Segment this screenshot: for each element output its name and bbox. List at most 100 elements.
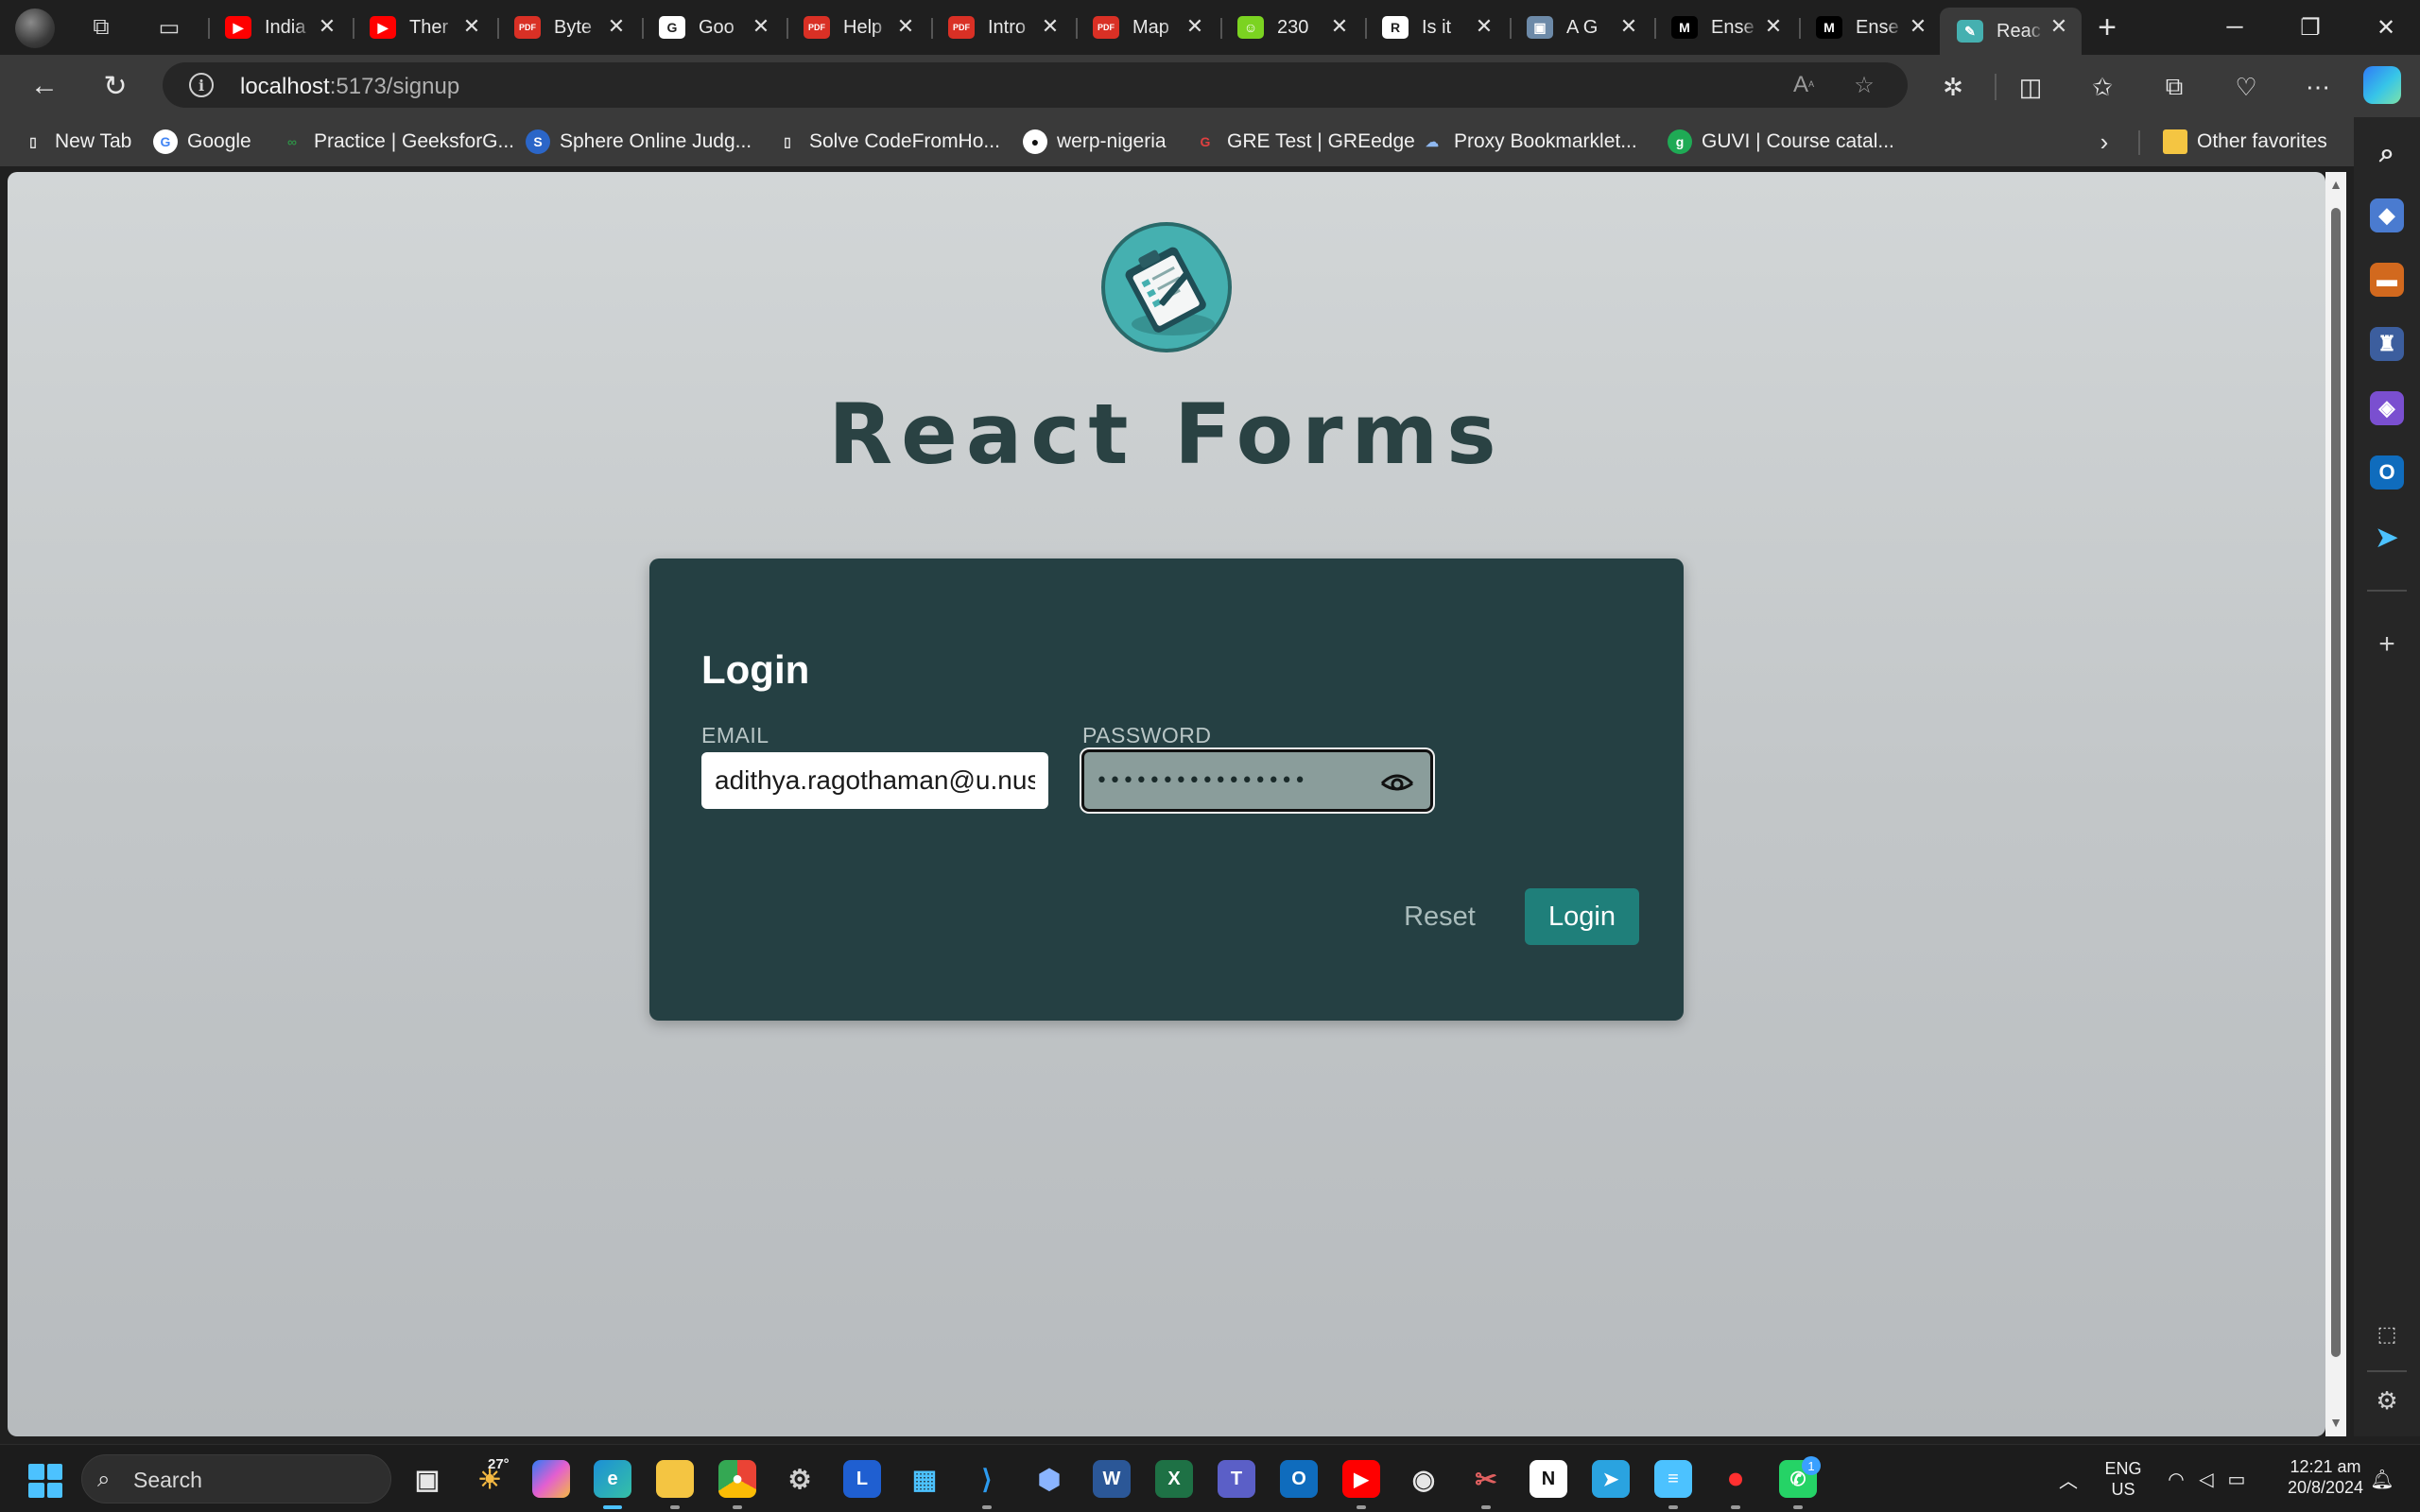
tab[interactable]: R Is it ✕	[1365, 8, 1507, 47]
favorite-star-icon[interactable]: ☆	[1849, 71, 1879, 99]
sidebar-add-icon[interactable]: +	[2370, 627, 2404, 662]
tab-close-icon[interactable]: ✕	[748, 13, 774, 40]
profile-avatar[interactable]	[15, 9, 55, 48]
tab-close-icon[interactable]: ✕	[1760, 13, 1787, 40]
battery-icon[interactable]: ▭	[2223, 1466, 2250, 1492]
favorites-overflow-chevron-icon[interactable]: ›	[2089, 127, 2119, 157]
tab-close-icon[interactable]: ✕	[314, 13, 340, 40]
tab-active[interactable]: ✎ Reac ✕	[1940, 8, 2082, 55]
tab[interactable]: M Ense ✕	[1799, 8, 1941, 47]
tab[interactable]: M Ense ✕	[1654, 8, 1796, 47]
tab-close-icon[interactable]: ✕	[1326, 13, 1353, 40]
tab-close-icon[interactable]: ✕	[1905, 13, 1931, 40]
excel-icon[interactable]: X	[1155, 1460, 1193, 1498]
chrome-icon[interactable]: ●	[718, 1460, 756, 1509]
tab[interactable]: PDF Byte ✕	[497, 8, 639, 47]
tab[interactable]: ▶ Ther ✕	[353, 8, 494, 47]
email-field[interactable]	[701, 752, 1048, 809]
l-app-icon[interactable]: L	[843, 1460, 881, 1498]
language-indicator[interactable]: ENG US	[2097, 1458, 2150, 1500]
sidebar-search-icon[interactable]: ⌕	[2370, 136, 2404, 170]
sidebar-outlook-icon[interactable]: O	[2370, 455, 2404, 490]
tab-close-icon[interactable]: ✕	[1616, 13, 1642, 40]
favorite-item[interactable]: ● werp-nigeria	[1023, 127, 1167, 157]
scroll-up-arrow-icon[interactable]: ▲	[2329, 178, 2342, 191]
file-explorer-icon[interactable]	[656, 1460, 694, 1509]
favorite-item[interactable]: ∞ Practice | GeeksforG...	[280, 127, 514, 157]
edge-browser-icon[interactable]: e	[594, 1460, 631, 1509]
tab[interactable]: ▶ India ✕	[208, 8, 350, 47]
close-window-button[interactable]: ✕	[2358, 9, 2414, 45]
tab-actions-icon[interactable]: ▭	[155, 13, 183, 42]
tab-close-icon[interactable]: ✕	[603, 13, 630, 40]
media-player-icon[interactable]: ◉	[1405, 1460, 1443, 1498]
sidebar-games-chess-icon[interactable]: ♜	[2370, 327, 2404, 361]
address-bar[interactable]: i localhost:5173/signup Aᴬ ☆	[163, 62, 1908, 108]
tab[interactable]: PDF Intro ✕	[931, 8, 1073, 47]
favorite-item[interactable]: G Google	[153, 127, 251, 157]
copilot-icon[interactable]	[2363, 66, 2401, 104]
browser-essentials-icon[interactable]: ♡	[2229, 70, 2263, 104]
scroll-down-arrow-icon[interactable]: ▼	[2329, 1416, 2342, 1429]
tab[interactable]: ☺ 230 ✕	[1220, 8, 1362, 47]
show-password-eye-icon[interactable]	[1379, 765, 1415, 798]
other-favorites-folder[interactable]: Other favorites	[2163, 127, 2327, 157]
sidebar-settings-gear-icon[interactable]: ⚙	[2370, 1383, 2404, 1418]
notepad-icon[interactable]: ≡	[1654, 1460, 1692, 1509]
favorites-icon[interactable]: ✩	[2085, 70, 2119, 104]
more-menu-icon[interactable]: ⋯	[2301, 70, 2335, 104]
word-icon[interactable]: W	[1093, 1460, 1131, 1498]
password-field[interactable]	[1096, 765, 1360, 797]
back-button[interactable]: ←	[26, 68, 62, 104]
sidebar-drop-send-icon[interactable]: ➤	[2370, 520, 2404, 554]
power-automate-icon[interactable]: ⬢	[1030, 1460, 1068, 1498]
workspaces-icon[interactable]: ⧉	[87, 13, 115, 42]
reset-button[interactable]: Reset	[1388, 888, 1492, 945]
favorite-item[interactable]: G GRE Test | GREedge	[1193, 127, 1415, 157]
tab-close-icon[interactable]: ✕	[1037, 13, 1063, 40]
outlook-icon[interactable]: O	[1280, 1460, 1318, 1498]
screen-recorder-icon[interactable]: ⏺	[1717, 1460, 1754, 1509]
minimize-button[interactable]: ─	[2206, 9, 2263, 45]
clock[interactable]: 12:21 am 20/8/2024	[2269, 1456, 2382, 1498]
taskbar-search-box[interactable]: ⌕ Search	[81, 1454, 391, 1503]
tab-close-icon[interactable]: ✕	[1471, 13, 1497, 40]
refresh-button[interactable]: ↻	[97, 68, 133, 104]
notion-icon[interactable]: N	[1530, 1460, 1567, 1498]
favorite-item[interactable]: S Sphere Online Judg...	[526, 127, 752, 157]
teams-icon[interactable]: T	[1218, 1460, 1255, 1498]
sidebar-tools-briefcase-icon[interactable]: ▬	[2370, 263, 2404, 297]
tab-close-icon[interactable]: ✕	[458, 13, 485, 40]
volume-icon[interactable]: ◁	[2193, 1466, 2220, 1492]
snipping-tool-icon[interactable]: ✂	[1467, 1460, 1505, 1509]
new-tab-button[interactable]: +	[2089, 9, 2125, 45]
url-text[interactable]: localhost:5173/signup	[240, 74, 459, 100]
tab[interactable]: ▣ A G ✕	[1510, 8, 1651, 47]
split-screen-icon[interactable]: ◫	[2014, 70, 2048, 104]
extensions-icon[interactable]: ✲	[1936, 70, 1970, 104]
favorite-item[interactable]: ▯ Solve CodeFromHo...	[775, 127, 1000, 157]
show-hidden-icons-chevron-icon[interactable]: ︿	[2055, 1466, 2082, 1492]
windows-start-icon[interactable]	[28, 1464, 62, 1498]
tab-close-icon[interactable]: ✕	[2046, 13, 2072, 40]
read-aloud-icon[interactable]: Aᴬ	[1789, 71, 1819, 99]
tab[interactable]: G Goo ✕	[642, 8, 784, 47]
restore-button[interactable]: ❐	[2282, 9, 2339, 45]
favorite-item[interactable]: g GUVI | Course catal...	[1668, 127, 1894, 157]
settings-gear-icon[interactable]: ⚙	[781, 1460, 819, 1498]
notification-bell-icon[interactable]: 🔔︎	[2369, 1466, 2395, 1492]
copilot-taskbar-icon[interactable]	[532, 1460, 570, 1498]
favorite-item[interactable]: ▯ New Tab	[21, 127, 131, 157]
login-button[interactable]: Login	[1525, 888, 1639, 945]
favorite-item[interactable]: ☁ Proxy Bookmarklet...	[1420, 127, 1637, 157]
scrollbar-thumb[interactable]	[2331, 208, 2341, 1357]
wifi-icon[interactable]: ◠	[2163, 1466, 2189, 1492]
sidebar-microsoft365-icon[interactable]: ◈	[2370, 391, 2404, 425]
tab-close-icon[interactable]: ✕	[892, 13, 919, 40]
task-view-icon[interactable]: ▣	[408, 1460, 446, 1498]
vertical-scrollbar[interactable]: ▲ ▼	[2325, 172, 2346, 1436]
tab[interactable]: PDF Help ✕	[786, 8, 928, 47]
telegram-icon[interactable]: ➤	[1592, 1460, 1630, 1498]
youtube-icon[interactable]: ▶	[1342, 1460, 1380, 1509]
tab[interactable]: PDF Map ✕	[1076, 8, 1218, 47]
